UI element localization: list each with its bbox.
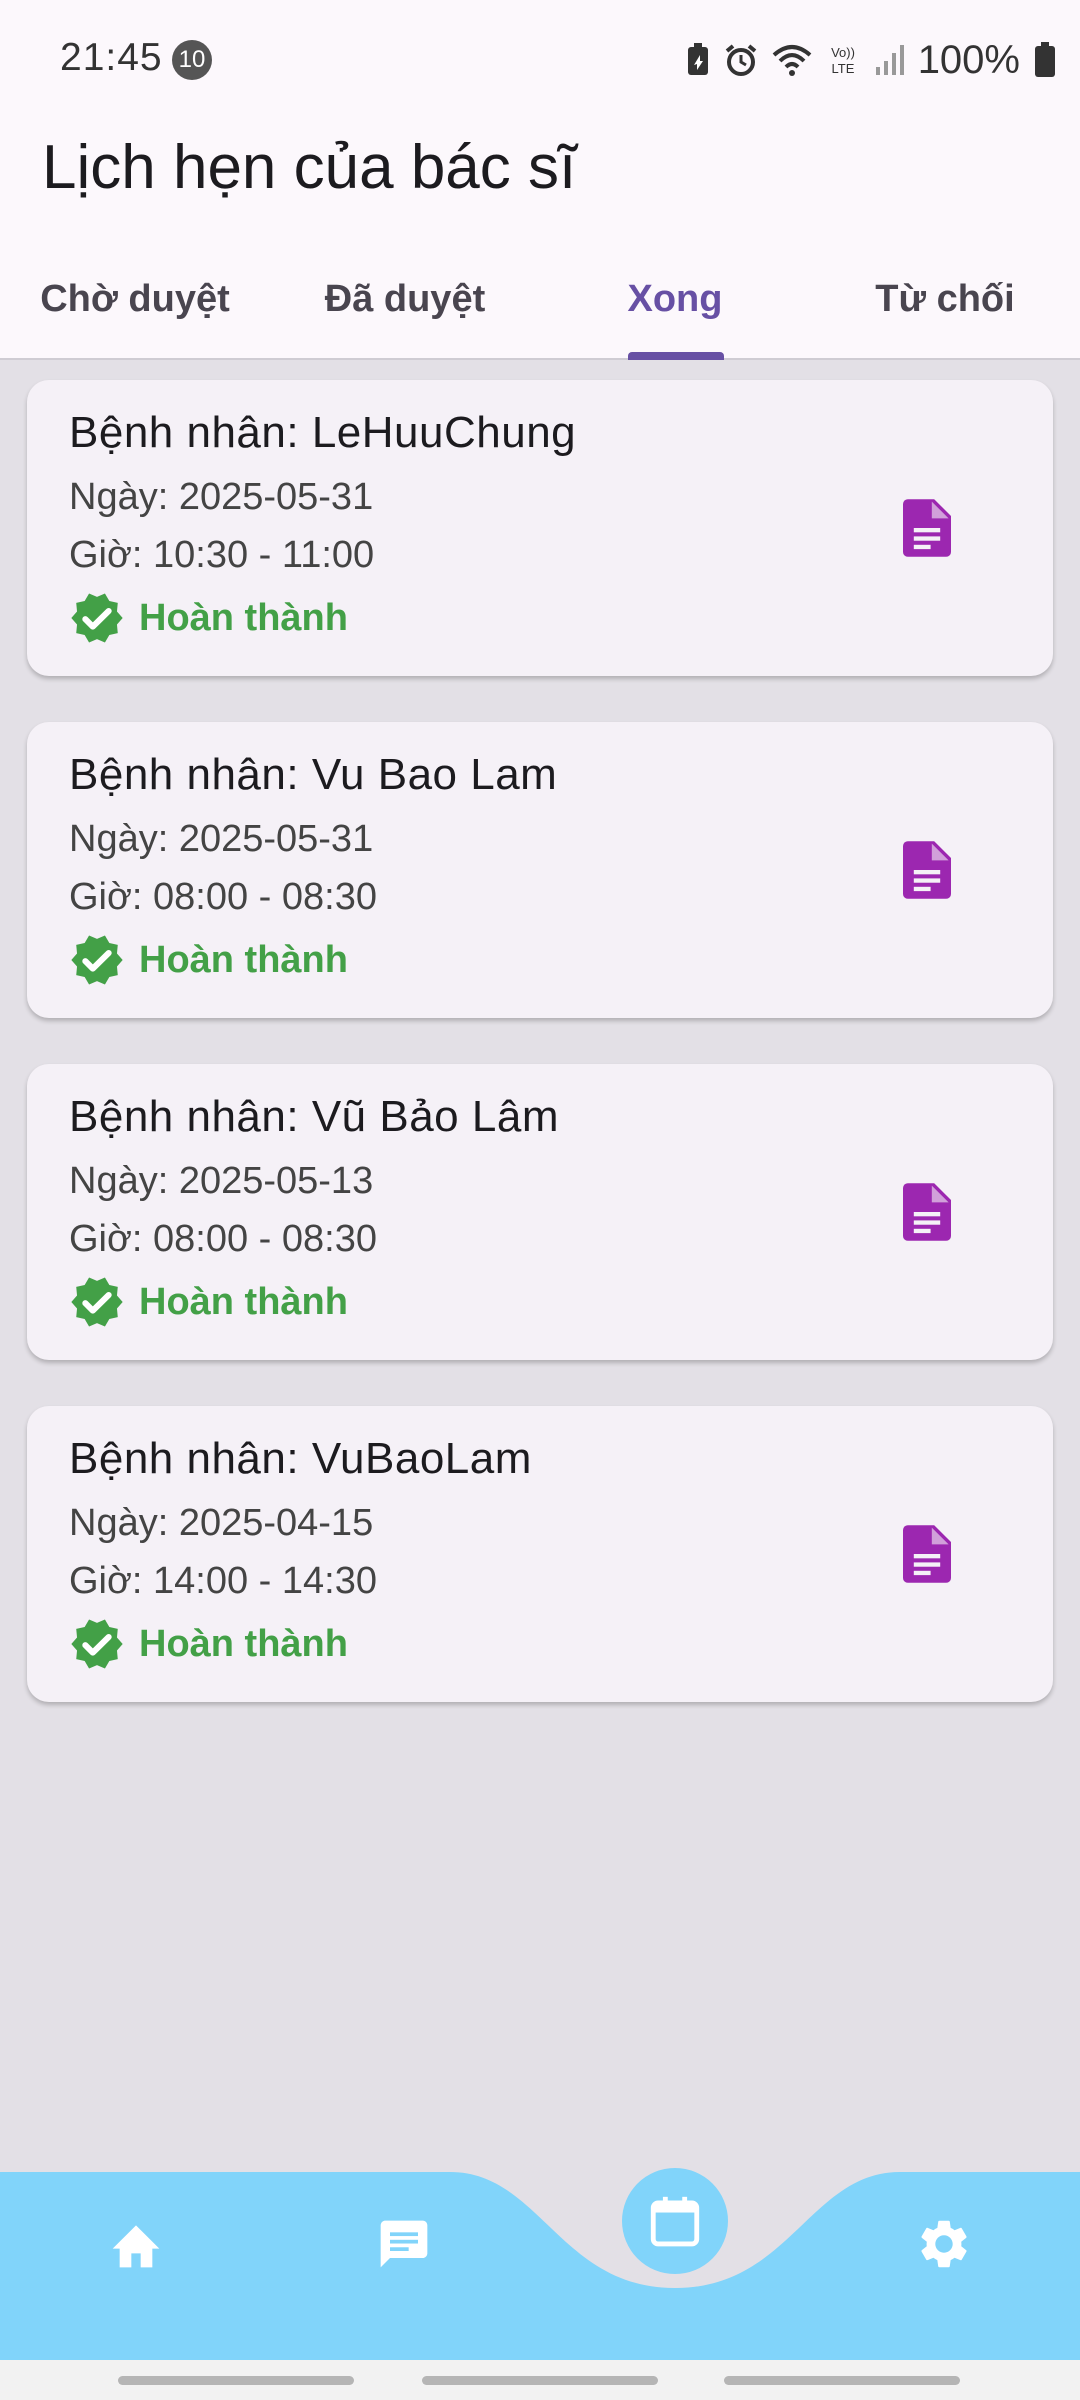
status-row: Hoàn thành bbox=[69, 590, 348, 646]
tab-completed[interactable]: Xong bbox=[540, 240, 810, 358]
active-tab-indicator bbox=[628, 352, 724, 360]
medical-record-button[interactable] bbox=[897, 1524, 957, 1584]
home-icon bbox=[112, 2225, 160, 2268]
gesture-pill[interactable] bbox=[422, 2376, 658, 2385]
app-bar: Lịch hẹn của bác sĩ bbox=[0, 120, 1080, 240]
appointment-time: Giờ: 14:00 - 14:30 bbox=[69, 1560, 377, 1602]
verified-check-icon bbox=[71, 593, 123, 643]
battery-icon bbox=[1035, 42, 1055, 77]
battery-saver-icon bbox=[687, 43, 708, 75]
status-row: Hoàn thành bbox=[69, 1274, 348, 1330]
appointment-card[interactable]: Bệnh nhân: LeHuuChung Ngày: 2025-05-31 G… bbox=[27, 380, 1053, 676]
patient-name: Bệnh nhân: LeHuuChung bbox=[69, 408, 577, 457]
nav-messages[interactable] bbox=[372, 2212, 436, 2276]
medical-record-button[interactable] bbox=[897, 498, 957, 558]
notification-count-badge: 10 bbox=[172, 40, 212, 80]
status-time: 21:45 bbox=[60, 36, 163, 79]
appointment-date: Ngày: 2025-05-31 bbox=[69, 476, 374, 518]
wifi-icon bbox=[772, 45, 812, 76]
appointment-card[interactable]: Bệnh nhân: Vu Bao Lam Ngày: 2025-05-31 G… bbox=[27, 722, 1053, 1018]
system-gesture-bar bbox=[0, 2360, 1080, 2400]
status-label: Hoàn thành bbox=[139, 1280, 348, 1323]
verified-check-icon bbox=[71, 1619, 123, 1669]
tab-rejected[interactable]: Từ chối bbox=[810, 240, 1080, 358]
appointment-date: Ngày: 2025-04-15 bbox=[69, 1502, 374, 1544]
appointment-card[interactable]: Bệnh nhân: VuBaoLam Ngày: 2025-04-15 Giờ… bbox=[27, 1406, 1053, 1702]
appointment-date: Ngày: 2025-05-31 bbox=[69, 818, 374, 860]
battery-percentage: 100% bbox=[917, 37, 1020, 82]
nav-settings[interactable] bbox=[912, 2212, 976, 2276]
patient-name: Bệnh nhân: Vu Bao Lam bbox=[69, 750, 558, 799]
appointment-card[interactable]: Bệnh nhân: Vũ Bảo Lâm Ngày: 2025-05-13 G… bbox=[27, 1064, 1053, 1360]
tab-pending[interactable]: Chờ duyệt bbox=[0, 240, 270, 358]
document-icon bbox=[903, 499, 951, 557]
appointment-time: Giờ: 08:00 - 08:30 bbox=[69, 876, 377, 918]
verified-check-icon bbox=[71, 935, 123, 985]
status-label: Hoàn thành bbox=[139, 938, 348, 981]
alarm-icon bbox=[725, 44, 756, 76]
medical-record-button[interactable] bbox=[897, 1182, 957, 1242]
svg-text:LTE: LTE bbox=[831, 61, 854, 76]
patient-name: Bệnh nhân: Vũ Bảo Lâm bbox=[69, 1092, 559, 1141]
calendar-icon bbox=[650, 2196, 700, 2247]
document-icon bbox=[903, 1525, 951, 1583]
message-icon bbox=[380, 2220, 428, 2268]
appointment-time: Giờ: 08:00 - 08:30 bbox=[69, 1218, 377, 1260]
status-label: Hoàn thành bbox=[139, 596, 348, 639]
document-icon bbox=[903, 841, 951, 899]
tab-bar: Chờ duyệt Đã duyệt Xong Từ chối bbox=[0, 240, 1080, 360]
status-icons: Vo)) LTE 100% bbox=[686, 36, 1056, 84]
verified-check-icon bbox=[71, 1277, 123, 1327]
appointment-date: Ngày: 2025-05-13 bbox=[69, 1160, 374, 1202]
tab-approved[interactable]: Đã duyệt bbox=[270, 240, 540, 358]
appointment-time: Giờ: 10:30 - 11:00 bbox=[69, 534, 375, 576]
gesture-pill[interactable] bbox=[724, 2376, 960, 2385]
document-icon bbox=[903, 1183, 951, 1241]
nav-home[interactable] bbox=[104, 2212, 168, 2276]
gesture-pill[interactable] bbox=[118, 2376, 354, 2385]
signal-icon bbox=[875, 45, 904, 75]
settings-icon bbox=[921, 2220, 967, 2268]
medical-record-button[interactable] bbox=[897, 840, 957, 900]
nav-appointments[interactable] bbox=[622, 2168, 728, 2274]
status-bar: 21:45 10 Vo)) LTE 100% bbox=[0, 0, 1080, 120]
status-row: Hoàn thành bbox=[69, 932, 348, 988]
bottom-navigation bbox=[0, 2168, 1080, 2360]
page-title: Lịch hẹn của bác sĩ bbox=[42, 133, 577, 202]
status-label: Hoàn thành bbox=[139, 1622, 348, 1665]
patient-name: Bệnh nhân: VuBaoLam bbox=[69, 1434, 532, 1483]
volte-icon: Vo)) LTE bbox=[831, 45, 855, 76]
svg-text:Vo)): Vo)) bbox=[831, 45, 855, 60]
status-row: Hoàn thành bbox=[69, 1616, 348, 1672]
